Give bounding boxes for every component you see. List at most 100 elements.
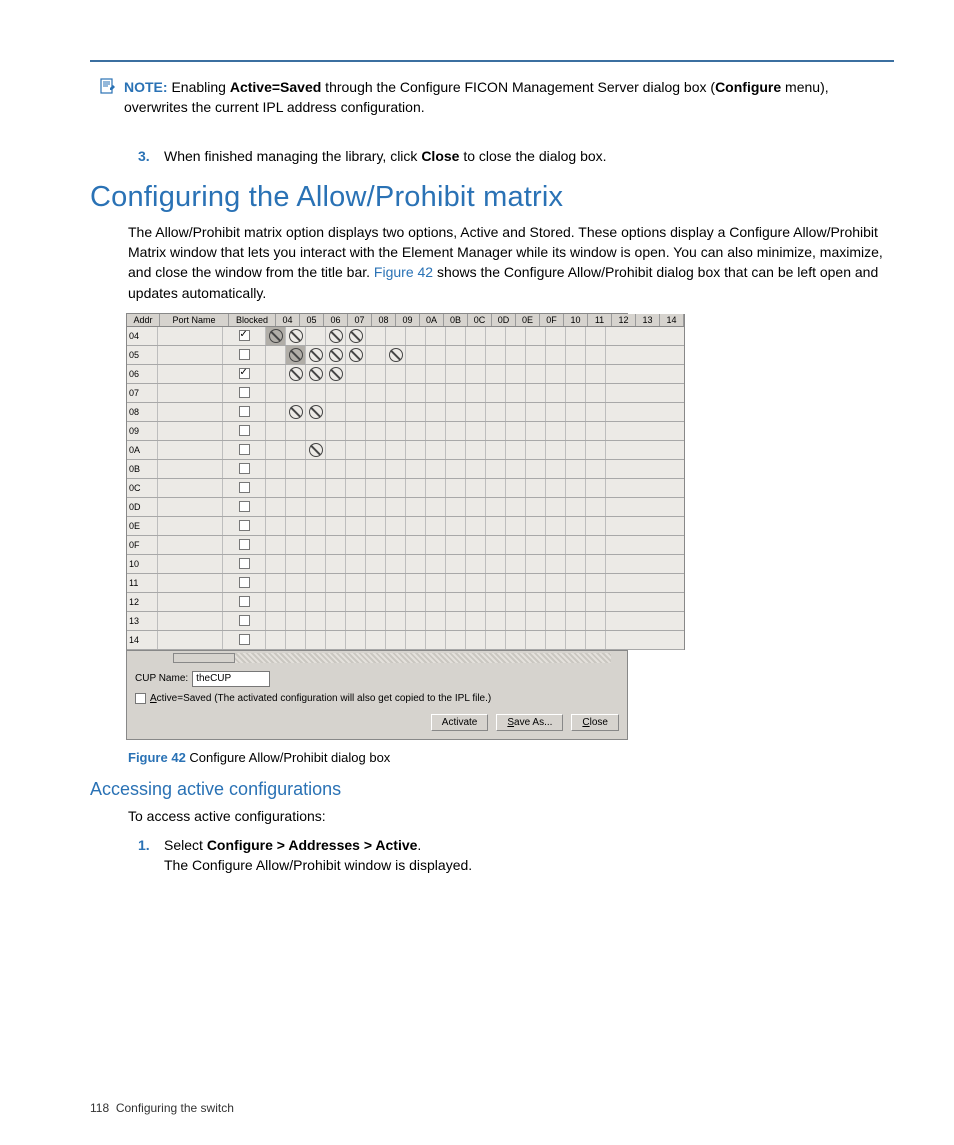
matrix-cell[interactable] xyxy=(386,555,406,573)
matrix-cell[interactable] xyxy=(346,517,366,535)
matrix-cell[interactable] xyxy=(306,612,326,630)
matrix-cell[interactable] xyxy=(386,327,406,345)
matrix-cell[interactable] xyxy=(446,479,466,497)
blocked-checkbox[interactable] xyxy=(239,501,250,512)
matrix-cell[interactable] xyxy=(426,384,446,402)
matrix-cell[interactable] xyxy=(526,631,546,649)
matrix-cell[interactable] xyxy=(446,517,466,535)
matrix-cell[interactable] xyxy=(486,479,506,497)
matrix-cell[interactable] xyxy=(426,593,446,611)
matrix-cell[interactable] xyxy=(506,631,526,649)
matrix-cell[interactable] xyxy=(546,422,566,440)
matrix-cell[interactable] xyxy=(326,498,346,516)
matrix-cell[interactable] xyxy=(326,327,346,345)
matrix-cell[interactable] xyxy=(286,631,306,649)
cell-blocked[interactable] xyxy=(223,555,266,573)
matrix-cell[interactable] xyxy=(386,422,406,440)
matrix-cell[interactable] xyxy=(446,327,466,345)
matrix-cell[interactable] xyxy=(526,422,546,440)
matrix-cell[interactable] xyxy=(346,479,366,497)
matrix-cell[interactable] xyxy=(306,555,326,573)
matrix-cell[interactable] xyxy=(266,327,286,345)
matrix-cell[interactable] xyxy=(526,517,546,535)
matrix-cell[interactable] xyxy=(326,346,346,364)
save-as-button[interactable]: Save As... xyxy=(496,714,563,731)
matrix-cell[interactable] xyxy=(426,555,446,573)
matrix-cell[interactable] xyxy=(526,498,546,516)
col-0A[interactable]: 0A xyxy=(420,314,444,326)
matrix-cell[interactable] xyxy=(326,479,346,497)
matrix-cell[interactable] xyxy=(366,555,386,573)
matrix-cell[interactable] xyxy=(566,479,586,497)
cell-blocked[interactable] xyxy=(223,498,266,516)
matrix-cell[interactable] xyxy=(566,403,586,421)
matrix-cell[interactable] xyxy=(406,498,426,516)
matrix-cell[interactable] xyxy=(526,346,546,364)
matrix-cell[interactable] xyxy=(566,460,586,478)
matrix-cell[interactable] xyxy=(326,536,346,554)
matrix-cell[interactable] xyxy=(286,498,306,516)
cell-blocked[interactable] xyxy=(223,536,266,554)
matrix-cell[interactable] xyxy=(566,441,586,459)
matrix-cell[interactable] xyxy=(366,479,386,497)
col-14[interactable]: 14 xyxy=(660,314,684,326)
matrix-cell[interactable] xyxy=(566,631,586,649)
matrix-cell[interactable] xyxy=(426,612,446,630)
matrix-cell[interactable] xyxy=(346,365,366,383)
matrix-cell[interactable] xyxy=(306,403,326,421)
matrix-cell[interactable] xyxy=(546,517,566,535)
matrix-cell[interactable] xyxy=(586,422,606,440)
matrix-cell[interactable] xyxy=(586,574,606,592)
matrix-cell[interactable] xyxy=(386,612,406,630)
matrix-cell[interactable] xyxy=(386,460,406,478)
matrix-cell[interactable] xyxy=(546,555,566,573)
matrix-cell[interactable] xyxy=(346,536,366,554)
matrix-cell[interactable] xyxy=(306,498,326,516)
cell-blocked[interactable] xyxy=(223,574,266,592)
matrix-cell[interactable] xyxy=(566,536,586,554)
matrix-cell[interactable] xyxy=(426,517,446,535)
matrix-cell[interactable] xyxy=(546,593,566,611)
cell-blocked[interactable] xyxy=(223,365,266,383)
matrix-cell[interactable] xyxy=(266,517,286,535)
matrix-cell[interactable] xyxy=(526,384,546,402)
matrix-cell[interactable] xyxy=(506,460,526,478)
matrix-cell[interactable] xyxy=(546,327,566,345)
matrix-cell[interactable] xyxy=(426,441,446,459)
matrix-cell[interactable] xyxy=(326,403,346,421)
matrix-cell[interactable] xyxy=(306,479,326,497)
blocked-checkbox[interactable] xyxy=(239,596,250,607)
matrix-cell[interactable] xyxy=(306,536,326,554)
matrix-cell[interactable] xyxy=(586,327,606,345)
matrix-cell[interactable] xyxy=(386,574,406,592)
matrix-cell[interactable] xyxy=(326,460,346,478)
matrix-cell[interactable] xyxy=(346,403,366,421)
matrix-cell[interactable] xyxy=(406,536,426,554)
matrix-cell[interactable] xyxy=(286,422,306,440)
matrix-cell[interactable] xyxy=(466,479,486,497)
matrix-cell[interactable] xyxy=(266,460,286,478)
matrix-cell[interactable] xyxy=(426,536,446,554)
matrix-cell[interactable] xyxy=(286,479,306,497)
matrix-cell[interactable] xyxy=(346,441,366,459)
matrix-cell[interactable] xyxy=(366,498,386,516)
matrix-cell[interactable] xyxy=(466,384,486,402)
matrix-cell[interactable] xyxy=(566,365,586,383)
matrix-cell[interactable] xyxy=(346,555,366,573)
col-addr[interactable]: Addr xyxy=(127,314,160,326)
vertical-scrollbar[interactable] xyxy=(684,314,685,650)
col-11[interactable]: 11 xyxy=(588,314,612,326)
matrix-cell[interactable] xyxy=(506,536,526,554)
matrix-cell[interactable] xyxy=(566,555,586,573)
matrix-cell[interactable] xyxy=(566,517,586,535)
matrix-cell[interactable] xyxy=(446,346,466,364)
matrix-cell[interactable] xyxy=(506,403,526,421)
matrix-cell[interactable] xyxy=(426,631,446,649)
col-05[interactable]: 05 xyxy=(300,314,324,326)
matrix-cell[interactable] xyxy=(366,422,386,440)
matrix-cell[interactable] xyxy=(286,365,306,383)
matrix-cell[interactable] xyxy=(386,631,406,649)
matrix-cell[interactable] xyxy=(306,593,326,611)
matrix-cell[interactable] xyxy=(306,460,326,478)
matrix-cell[interactable] xyxy=(406,365,426,383)
